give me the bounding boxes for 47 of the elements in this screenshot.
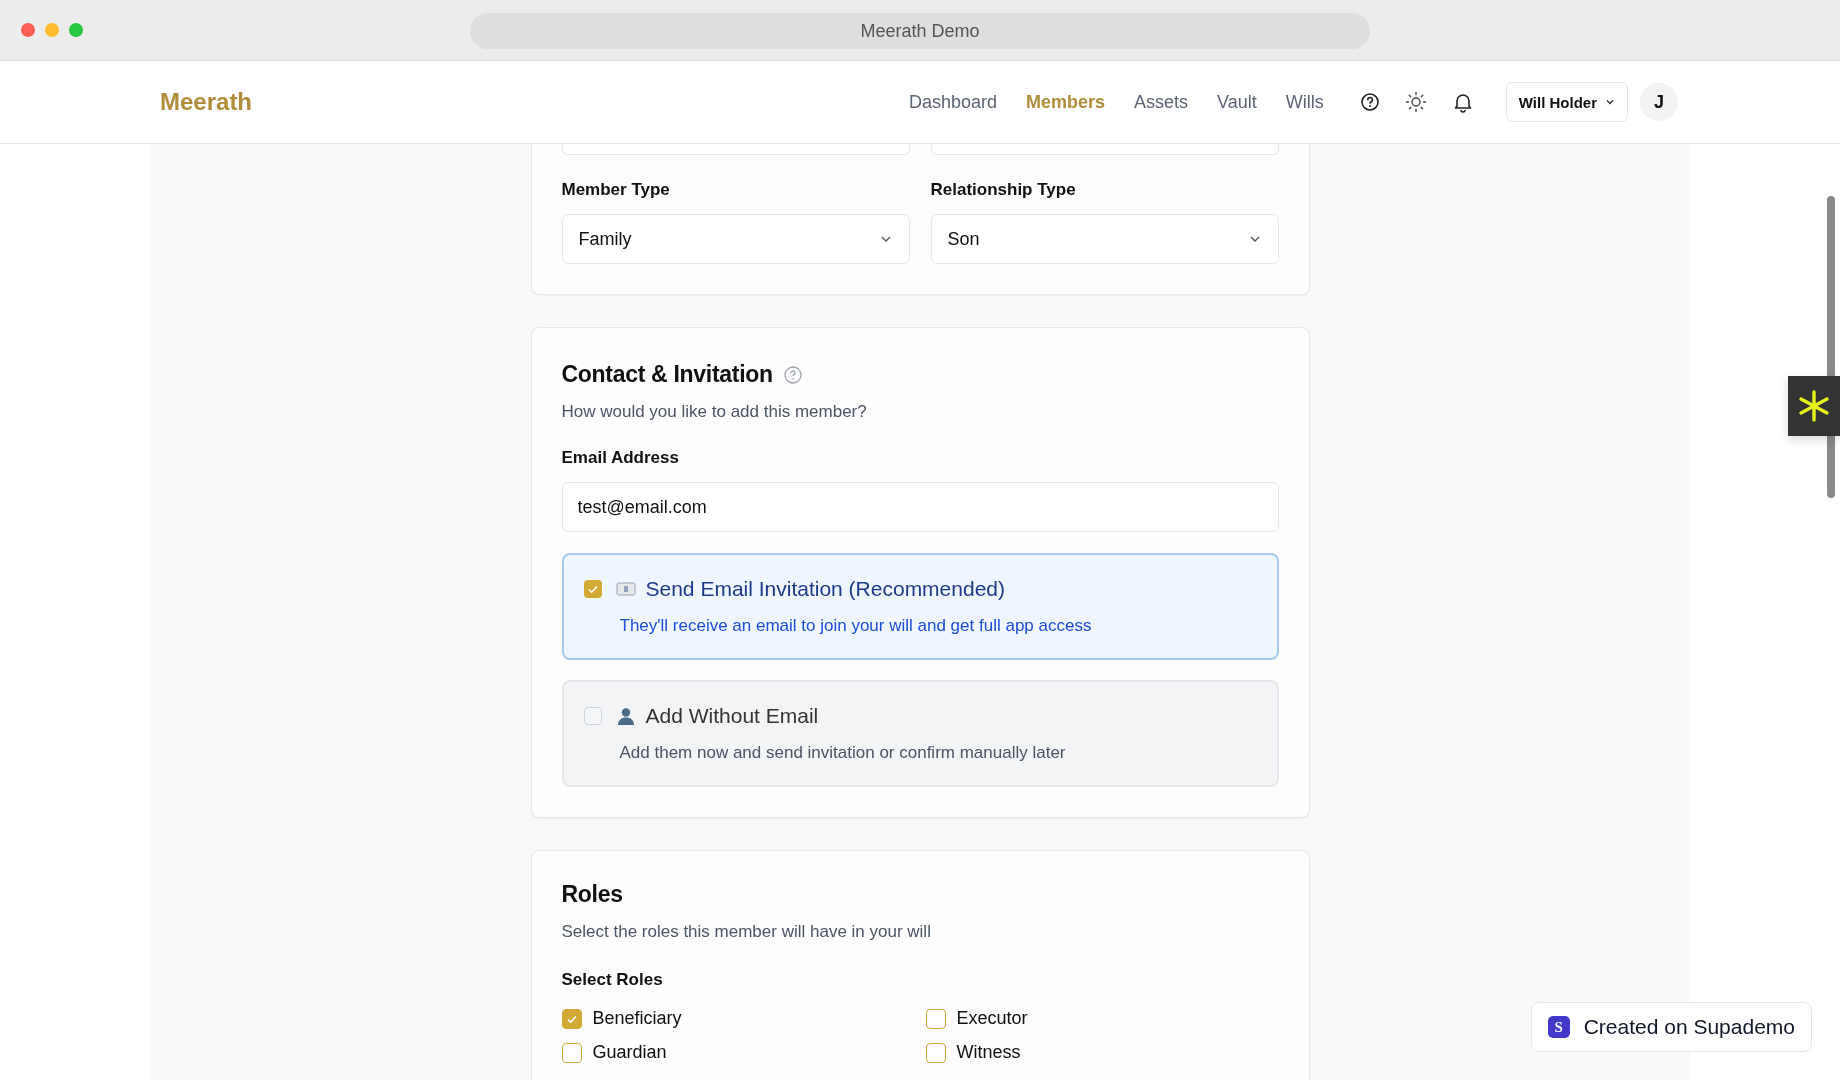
section-title: Contact & Invitation xyxy=(561,361,773,388)
role-label: Witness xyxy=(956,1042,1021,1063)
option-title: Add Without Email xyxy=(645,704,819,728)
option-description: They'll receive an email to join your will and get full app access xyxy=(619,616,1093,636)
checkbox[interactable] xyxy=(561,1008,582,1029)
checkbox[interactable] xyxy=(583,707,602,725)
field-label: Member Type xyxy=(561,180,671,200)
nav-link[interactable]: Dashboard xyxy=(908,91,998,113)
sun-icon[interactable] xyxy=(1404,91,1427,113)
checkbox[interactable] xyxy=(925,1042,946,1063)
dropdown-field[interactable]: Son xyxy=(930,214,1279,264)
invitation-option[interactable]: Add Without Email Add them now and send invitation or confirm manually later xyxy=(561,680,1279,787)
role-label: Guardian xyxy=(592,1042,667,1063)
dropdown-field[interactable]: Family xyxy=(561,214,910,264)
role-label: Executor xyxy=(956,1008,1028,1029)
supademo-badge[interactable]: S Created on Supademo xyxy=(1530,1002,1812,1052)
supademo-logo: S xyxy=(1547,1016,1570,1038)
section-subtitle: How would you like to add this member? xyxy=(561,402,868,422)
help-icon[interactable] xyxy=(1359,92,1380,112)
badge-text: Created on Supademo xyxy=(1583,1015,1795,1039)
checkbox[interactable] xyxy=(925,1008,946,1029)
minimize-window-button[interactable] xyxy=(45,23,59,37)
asterisk-icon xyxy=(1796,388,1832,424)
field-label: Select Roles xyxy=(561,970,664,990)
window-title: Meerath Demo xyxy=(470,13,1370,49)
nav-link[interactable]: Assets xyxy=(1134,91,1189,113)
role-label: Beneficiary xyxy=(592,1008,682,1029)
field-label: Email Address xyxy=(561,448,680,468)
section-title: Roles xyxy=(561,881,624,908)
chevron-down-icon xyxy=(1605,97,1615,107)
option-title: Send Email Invitation (Recommended) xyxy=(645,577,1005,601)
invitation-option[interactable]: Send Email Invitation (Recommended) They'll receive an email to join your will and get full app access xyxy=(561,553,1279,660)
user-avatar[interactable]: J xyxy=(1640,83,1678,121)
email-field[interactable]: test@email.com xyxy=(561,482,1279,532)
envelope-icon xyxy=(615,581,636,597)
maximize-window-button[interactable] xyxy=(69,23,83,37)
close-window-button[interactable] xyxy=(21,23,35,37)
user-menu-button[interactable]: Will Holder xyxy=(1505,82,1628,122)
section-subtitle: Select the roles this member will have in your will xyxy=(561,922,932,942)
checkbox[interactable] xyxy=(561,1042,582,1063)
nav-link[interactable]: Vault xyxy=(1217,91,1257,113)
demo-widget-button[interactable] xyxy=(1788,376,1840,436)
option-description: Add them now and send invitation or confirm manually later xyxy=(619,743,1067,763)
checkbox[interactable] xyxy=(583,580,602,598)
nav-link[interactable]: Wills xyxy=(1285,91,1324,113)
person-icon xyxy=(615,706,636,726)
field-label: Relationship Type xyxy=(930,180,1077,200)
